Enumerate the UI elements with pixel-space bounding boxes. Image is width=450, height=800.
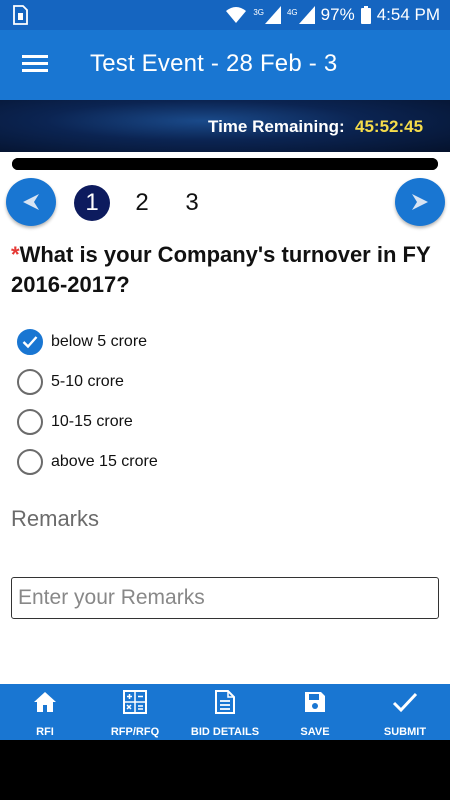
remarks-label: Remarks	[11, 506, 100, 531]
radio-unchecked-icon[interactable]	[17, 449, 43, 475]
progress-bar	[12, 158, 438, 170]
bottom-nav-rfp-rfq[interactable]: RFP/RFQ	[90, 684, 180, 740]
option-above-15-crore[interactable]: above 15 crore	[17, 442, 158, 482]
option-label: 10-15 crore	[51, 413, 133, 430]
bottom-nav-label: SAVE	[300, 726, 330, 738]
bottom-navigation: RFI RFP/RFQ BID DETAILS SAVE SUBMIT	[0, 684, 450, 740]
question-pagination: 1 2 3	[74, 185, 224, 221]
progress-bar-fill	[12, 158, 438, 170]
bottom-nav-label: RFI	[36, 726, 54, 738]
required-marker: *	[11, 242, 20, 267]
time-remaining-value: 45:52:45	[355, 117, 424, 136]
document-icon	[215, 689, 235, 715]
bottom-nav-label: SUBMIT	[383, 726, 427, 738]
calculator-icon	[123, 689, 147, 715]
option-below-5-crore[interactable]: below 5 crore	[17, 322, 158, 362]
bottom-nav-save[interactable]: SAVE	[270, 684, 360, 740]
signal-type-3g: 3G	[253, 8, 264, 17]
sim-card-icon	[13, 5, 28, 25]
radio-unchecked-icon[interactable]	[17, 369, 43, 395]
bottom-nav-bid-details[interactable]: BID DETAILS	[180, 684, 270, 740]
option-label: above 15 crore	[51, 453, 158, 470]
time-remaining-label: Time Remaining:	[208, 117, 345, 136]
home-icon	[33, 689, 57, 715]
bottom-nav-label: BID DETAILS	[190, 726, 260, 738]
floppy-disk-icon	[304, 689, 326, 715]
option-label: 5-10 crore	[51, 373, 124, 390]
bottom-nav-label: RFP/RFQ	[110, 726, 160, 738]
battery-percent: 97%	[320, 5, 355, 24]
answer-options: below 5 crore 5-10 crore 10-15 crore abo…	[17, 322, 158, 482]
page-number-2[interactable]: 2	[124, 185, 160, 221]
status-bar: 3G 4G 97% 4:54 PM	[0, 0, 450, 30]
checkmark-icon	[392, 689, 418, 715]
clock-time: 4:54 PM	[376, 5, 440, 24]
app-bar: Test Event - 28 Feb - 3	[0, 30, 450, 100]
bottom-nav-submit[interactable]: SUBMIT	[360, 684, 450, 740]
question-label: What is your Company's turnover in FY 20…	[11, 242, 431, 297]
timer-banner: Time Remaining: 45:52:45	[0, 100, 450, 152]
radio-checked-icon[interactable]	[17, 329, 43, 355]
option-5-10-crore[interactable]: 5-10 crore	[17, 362, 158, 402]
arrow-left-icon	[23, 194, 39, 210]
send-arrow-icon	[412, 194, 428, 210]
option-10-15-crore[interactable]: 10-15 crore	[17, 402, 158, 442]
wifi-icon	[226, 7, 247, 23]
previous-question-button[interactable]	[6, 178, 56, 226]
radio-unchecked-icon[interactable]	[17, 409, 43, 435]
cellular-signal-4g-icon: 4G	[287, 6, 315, 24]
battery-icon	[360, 6, 371, 24]
page-number-1[interactable]: 1	[74, 185, 110, 221]
next-question-button[interactable]	[395, 178, 445, 226]
remarks-input[interactable]	[11, 577, 439, 619]
option-label: below 5 crore	[51, 333, 148, 350]
hamburger-menu-icon[interactable]	[18, 52, 52, 78]
page-title: Test Event - 28 Feb - 3	[90, 50, 338, 77]
bottom-nav-rfi[interactable]: RFI	[0, 684, 90, 740]
signal-type-4g: 4G	[286, 8, 298, 17]
cellular-signal-3g-icon: 3G	[253, 6, 281, 24]
question-text: *What is your Company's turnover in FY 2…	[11, 240, 441, 300]
page-number-3[interactable]: 3	[174, 185, 210, 221]
